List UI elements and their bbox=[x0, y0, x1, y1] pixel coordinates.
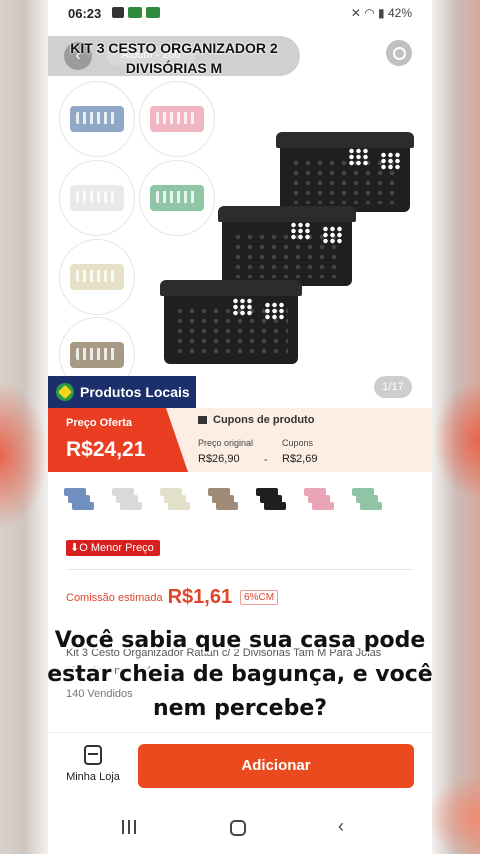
original-price: Preço original R$26,90 bbox=[198, 438, 253, 465]
tray-thumbnail bbox=[70, 342, 124, 368]
product-gallery[interactable]: ‹ Álbum - 200 KIT 3 CESTO ORGANIZADOR 2 … bbox=[48, 28, 432, 408]
status-bar: 06:23 ✕ ◠ ▮ 42% bbox=[48, 0, 432, 28]
variant-tray bbox=[72, 502, 94, 511]
arrow-down-icon: ⬇ bbox=[70, 542, 80, 554]
commission-row: Comissão estimada R$1,61 6%CM bbox=[66, 586, 279, 609]
variant-thumbnail[interactable] bbox=[64, 482, 98, 516]
tray-rim bbox=[160, 280, 302, 296]
variant-tray bbox=[312, 502, 334, 511]
lowest-price-text: O Menor Preço bbox=[79, 542, 154, 554]
battery-level: ✕ ◠ ▮ 42% bbox=[350, 6, 412, 20]
variant-tray bbox=[360, 502, 382, 511]
my-store-button[interactable]: Minha Loja bbox=[60, 745, 126, 783]
commission-label: Comissão estimada bbox=[66, 591, 163, 604]
status-time: 06:23 bbox=[68, 6, 102, 21]
price-separator: - bbox=[264, 454, 268, 466]
variant-tray bbox=[264, 502, 286, 511]
offer-price-box: Preço Oferta R$24,21 bbox=[48, 408, 188, 472]
tray-thumbnail bbox=[150, 185, 204, 211]
tray-thumbnail bbox=[150, 106, 204, 132]
swatch-white[interactable] bbox=[60, 161, 134, 235]
original-price-label: Preço original bbox=[198, 438, 254, 448]
recent-apps-icon[interactable] bbox=[122, 820, 138, 834]
tray-rim bbox=[218, 206, 356, 222]
commission-percent: 6%CM bbox=[240, 590, 279, 605]
coupons-title: Cupons de produto bbox=[198, 414, 314, 426]
image-counter: 1/17 bbox=[374, 376, 412, 398]
price-section: Preço Oferta R$24,21 Cupons de produto P… bbox=[48, 408, 432, 472]
tray-rim bbox=[276, 132, 414, 148]
coupons-title-text: Cupons de produto bbox=[213, 414, 315, 426]
product-tray-bottom bbox=[160, 280, 302, 364]
bottom-action-bar: Minha Loja Adicionar bbox=[48, 732, 432, 804]
gallery-notification-icon bbox=[112, 7, 124, 18]
product-title-overlay: KIT 3 CESTO ORGANIZADOR 2 DIVISÓRIAS M bbox=[70, 40, 278, 76]
brazil-flag-icon bbox=[56, 383, 74, 401]
local-products-label: Produtos Locais bbox=[80, 384, 190, 400]
add-button[interactable]: Adicionar bbox=[138, 744, 414, 788]
tray-dots bbox=[322, 226, 344, 244]
swatch-pink[interactable] bbox=[140, 82, 214, 156]
app-notification-icon bbox=[128, 7, 142, 18]
background-blur-right-bottom bbox=[432, 780, 480, 854]
battery-percent: 42% bbox=[387, 6, 412, 20]
variant-thumbnail[interactable] bbox=[208, 482, 242, 516]
coupon-value: R$2,69 bbox=[282, 453, 318, 465]
product-tray-middle bbox=[218, 206, 356, 286]
video-caption: Você sabia que sua casa pode estar cheia… bbox=[48, 628, 432, 721]
tray-dots bbox=[232, 298, 254, 316]
variant-tray bbox=[168, 502, 190, 511]
home-icon[interactable] bbox=[230, 820, 246, 836]
product-tray-top bbox=[276, 132, 414, 212]
offer-value: R$24,21 bbox=[66, 438, 146, 461]
divider bbox=[66, 569, 414, 570]
app-notification-icon-2 bbox=[146, 7, 160, 18]
back-nav-icon[interactable]: ‹ bbox=[338, 816, 344, 837]
lowest-price-badge: ⬇O Menor Preço bbox=[66, 540, 160, 556]
tray-dots bbox=[290, 222, 312, 240]
variant-thumbnail[interactable] bbox=[160, 482, 194, 516]
tray-thumbnail bbox=[70, 106, 124, 132]
offer-label: Preço Oferta bbox=[66, 417, 133, 429]
coupon-label: Cupons bbox=[282, 438, 314, 448]
variant-strip bbox=[64, 482, 404, 522]
search-icon[interactable] bbox=[386, 40, 412, 66]
background-blur-right bbox=[432, 380, 480, 500]
swatch-blue[interactable] bbox=[60, 82, 134, 156]
variant-tray bbox=[120, 502, 142, 511]
variant-thumbnail[interactable] bbox=[256, 482, 290, 516]
background-blur-left bbox=[0, 380, 48, 530]
tray-dots bbox=[348, 148, 370, 166]
variant-tray bbox=[216, 502, 238, 511]
variant-thumbnail[interactable] bbox=[304, 482, 338, 516]
system-nav-bar: ‹ bbox=[48, 804, 432, 854]
original-price-value: R$26,90 bbox=[198, 453, 240, 465]
local-products-badge: Produtos Locais bbox=[48, 376, 196, 408]
tray-dots bbox=[264, 302, 286, 320]
swatch-beige[interactable] bbox=[60, 240, 134, 314]
my-store-label: Minha Loja bbox=[66, 771, 120, 783]
tray-thumbnail bbox=[70, 185, 124, 211]
swatch-green[interactable] bbox=[140, 161, 214, 235]
store-icon bbox=[84, 745, 102, 765]
variant-thumbnail[interactable] bbox=[352, 482, 386, 516]
coupon-discount: Cupons R$2,69 bbox=[282, 438, 317, 465]
commission-value: R$1,61 bbox=[167, 586, 233, 608]
notification-icons bbox=[112, 7, 160, 18]
variant-thumbnail[interactable] bbox=[112, 482, 146, 516]
tray-thumbnail bbox=[70, 264, 124, 290]
phone-screen: 06:23 ✕ ◠ ▮ 42% ‹ Álbum - 200 KIT 3 CEST… bbox=[48, 0, 432, 854]
tray-dots bbox=[380, 152, 402, 170]
